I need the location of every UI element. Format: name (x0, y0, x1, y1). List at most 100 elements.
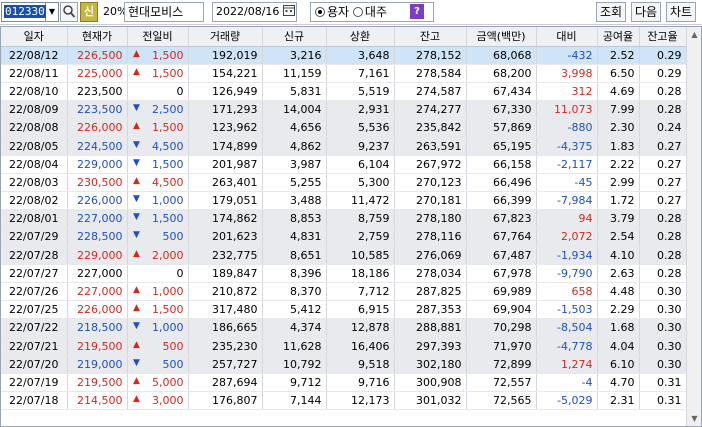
table-row[interactable]: 22/08/12 226,500 ▲ 1,500 192,019 3,216 3,648 27… (1, 46, 687, 65)
cell-amount: 72,557 (466, 373, 537, 393)
cell-amount: 67,764 (466, 227, 537, 247)
help-button[interactable]: ? (410, 4, 424, 19)
cell-repay: 2,759 (326, 227, 395, 247)
credit-toggle-button[interactable]: 신 (80, 2, 98, 22)
vertical-scrollbar[interactable]: ▲ ▼ (686, 27, 701, 426)
column-header[interactable]: 일자 (1, 27, 68, 47)
cell-bal_rate: 0.31 (639, 373, 687, 393)
table-row[interactable]: 22/08/09 223,500 ▼ 2,500 171,293 14,004 2,931 2… (1, 100, 687, 120)
column-header[interactable]: 잔고 (394, 27, 467, 47)
table-row[interactable]: 22/08/05 224,500 ▼ 4,500 174,899 4,862 9,237 26… (1, 136, 687, 156)
cell-balance: 270,123 (394, 173, 467, 193)
cell-price: 230,500 (67, 173, 128, 193)
cell-change: ▼ 500 (127, 355, 189, 374)
cell-balance: 235,842 (394, 118, 467, 138)
triangle-down-icon: ▼ (133, 230, 140, 241)
table-row[interactable]: 22/07/22 218,500 ▼ 1,000 186,665 4,374 12,878 2… (1, 318, 687, 338)
table-row[interactable]: 22/08/08 226,000 ▲ 1,500 123,962 4,656 5,536 23… (1, 118, 687, 138)
column-header[interactable]: 현재가 (67, 27, 128, 47)
cell-change: 0 (127, 264, 189, 283)
query-button[interactable]: 조회 (596, 2, 626, 22)
cell-repay: 12,878 (326, 318, 395, 338)
stock-name-field[interactable]: 현대모비스 (124, 2, 204, 22)
cell-change: ▼ 1,500 (127, 209, 189, 229)
column-header[interactable]: 잔고율 (639, 27, 687, 47)
cell-rate: 2.52 (597, 46, 640, 65)
cell-price: 214,500 (67, 391, 128, 411)
cell-diff: 2,072 (536, 227, 598, 247)
radio-amount[interactable]: 용자 (315, 5, 349, 19)
triangle-up-icon: ▲ (133, 175, 140, 186)
cell-change: ▼ 1,500 (127, 155, 189, 174)
column-header[interactable]: 전일비 (127, 27, 189, 47)
cell-diff: -4,778 (536, 337, 598, 356)
code-dropdown-button[interactable]: ▼ (46, 2, 59, 22)
cell-rate: 2.30 (597, 118, 640, 138)
scroll-up-icon[interactable]: ▲ (687, 27, 701, 42)
cell-new: 9,712 (262, 373, 327, 393)
cell-repay: 16,406 (326, 337, 395, 356)
column-header[interactable]: 신규 (262, 27, 327, 47)
stock-code-input[interactable]: 012330 (1, 2, 46, 22)
table-row[interactable]: 22/07/27 227,000 0 189,847 8,396 18,186 278,03… (1, 264, 687, 283)
table-row[interactable]: 22/08/01 227,000 ▼ 1,500 174,862 8,853 8,759 27… (1, 209, 687, 229)
cell-balance: 278,152 (394, 46, 467, 65)
cell-balance: 302,180 (394, 355, 467, 374)
cell-diff: 11,073 (536, 100, 598, 120)
column-header[interactable]: 공여율 (597, 27, 640, 47)
search-button[interactable] (60, 2, 78, 22)
cell-change: ▲ 4,500 (127, 173, 189, 193)
cell-rate: 6.10 (597, 355, 640, 374)
table-row[interactable]: 22/08/03 230,500 ▲ 4,500 263,401 5,255 5,300 27… (1, 173, 687, 193)
cell-change: ▲ 1,500 (127, 118, 189, 138)
column-header[interactable]: 대비 (536, 27, 598, 47)
table-row[interactable]: 22/08/04 229,000 ▼ 1,500 201,987 3,987 6,104 26… (1, 155, 687, 174)
cell-diff: -880 (536, 118, 598, 138)
cell-diff: -4 (536, 373, 598, 393)
table-row[interactable]: 22/07/26 227,000 ▲ 1,000 210,872 8,370 7,712 28… (1, 282, 687, 302)
table-row[interactable]: 22/07/25 226,000 ▲ 1,500 317,480 5,412 6,915 28… (1, 300, 687, 320)
table-row[interactable]: 22/07/18 214,500 ▲ 3,000 176,807 7,144 12,173 3… (1, 391, 687, 411)
table-row[interactable]: 22/08/10 223,500 0 126,949 5,831 5,519 274,587… (1, 82, 687, 102)
column-header[interactable]: 금액(백만) (466, 27, 537, 47)
cell-new: 8,853 (262, 209, 327, 229)
cell-diff: -4,375 (536, 136, 598, 156)
table-row[interactable]: 22/08/02 226,000 ▼ 1,000 179,051 3,488 11,472 2… (1, 191, 687, 211)
cell-change: ▲ 3,000 (127, 391, 189, 411)
cell-date: 22/08/11 (1, 64, 68, 83)
chart-button[interactable]: 차트 (666, 2, 696, 22)
column-header[interactable]: 거래량 (188, 27, 263, 47)
table-row[interactable]: 22/08/11 225,000 ▲ 1,500 154,221 11,159 7,161 2… (1, 64, 687, 83)
table-row[interactable]: 22/07/28 229,000 ▲ 2,000 232,775 8,651 10,585 2… (1, 246, 687, 265)
triangle-down-icon: ▼ (133, 139, 140, 150)
cell-amount: 67,434 (466, 82, 537, 102)
cell-volume: 176,807 (188, 391, 263, 411)
cell-rate: 2.54 (597, 227, 640, 247)
credit-balance-table: 일자 현재가 전일비 거래량 신규 상환 잔고 금액(백만) 대비 공여율 잔고율 22/08/12… (1, 27, 687, 411)
cell-balance: 263,591 (394, 136, 467, 156)
cell-date: 22/07/19 (1, 373, 68, 393)
cell-diff: 658 (536, 282, 598, 302)
table-row[interactable]: 22/07/19 219,500 ▲ 5,000 287,694 9,712 9,716 30… (1, 373, 687, 393)
cell-amount: 71,970 (466, 337, 537, 356)
column-header[interactable]: 상환 (326, 27, 395, 47)
cell-date: 22/07/29 (1, 227, 68, 247)
cell-bal_rate: 0.30 (639, 300, 687, 320)
table-row[interactable]: 22/07/20 219,000 ▼ 500 257,727 10,792 9,518 302… (1, 355, 687, 374)
cell-bal_rate: 0.30 (639, 337, 687, 356)
cell-new: 14,004 (262, 100, 327, 120)
table-row[interactable]: 22/07/29 228,500 ▼ 500 201,623 4,831 2,759 278,… (1, 227, 687, 247)
cell-amount: 72,899 (466, 355, 537, 374)
cell-diff: -432 (536, 46, 598, 65)
radio-lend[interactable]: 대주 (352, 5, 387, 19)
cell-rate: 2.29 (597, 300, 640, 320)
table-row[interactable]: 22/07/21 219,500 ▲ 500 235,230 11,628 16,406 29… (1, 337, 687, 356)
calendar-button[interactable] (281, 3, 297, 21)
next-button[interactable]: 다음 (631, 2, 661, 22)
cell-bal_rate: 0.27 (639, 191, 687, 211)
scroll-down-icon[interactable]: ▼ (687, 411, 701, 426)
cell-price: 226,000 (67, 191, 128, 211)
cell-date: 22/08/10 (1, 82, 68, 102)
cell-new: 8,370 (262, 282, 327, 302)
cell-price: 226,000 (67, 118, 128, 138)
